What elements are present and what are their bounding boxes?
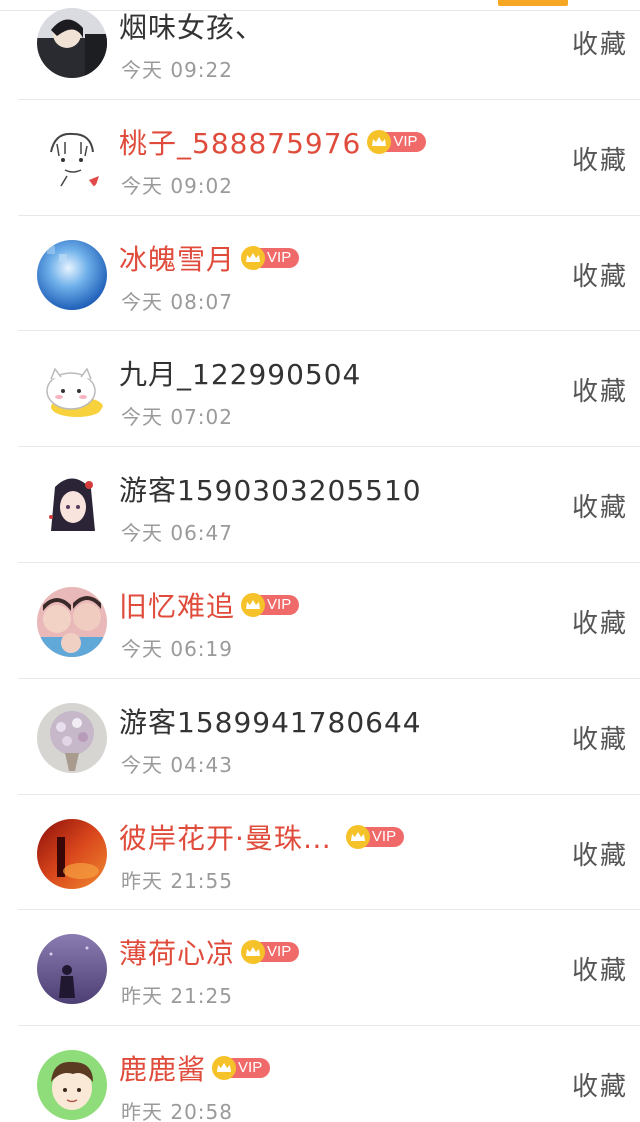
crown-icon (367, 129, 392, 154)
visit-time: 今天 09:02 (121, 173, 233, 198)
visitor-row[interactable]: 桃子_588875976 VIP 今天 09:02 收藏 (0, 100, 640, 216)
visitor-row[interactable]: 游客1589941780644 今天 04:43 收藏 (0, 679, 640, 795)
avatar[interactable] (37, 8, 107, 78)
crown-icon (345, 824, 370, 849)
collect-button[interactable]: 收藏 (572, 256, 628, 293)
avatar[interactable] (37, 702, 107, 773)
vip-badge: VIP (241, 592, 300, 617)
visitor-row[interactable]: 游客1590303205510 今天 06:47 收藏 (0, 447, 640, 563)
avatar[interactable] (37, 239, 107, 310)
visitor-name[interactable]: 旧忆难追 (119, 585, 235, 625)
visitor-row[interactable]: 九月_122990504 今天 07:02 收藏 (0, 331, 640, 447)
avatar[interactable] (37, 355, 107, 426)
crown-icon (212, 1056, 237, 1081)
visitor-name[interactable]: 游客1589941780644 (119, 701, 422, 741)
collect-button[interactable]: 收藏 (572, 603, 628, 640)
vip-badge: VIP (367, 129, 426, 154)
vip-badge: VIP (212, 1056, 271, 1081)
visit-time: 今天 07:02 (121, 405, 233, 430)
visitor-row[interactable]: 薄荷心凉 VIP 昨天 21:25 收藏 (0, 910, 640, 1026)
visitor-row[interactable]: 旧忆难追 VIP 今天 06:19 收藏 (0, 563, 640, 679)
visitor-name[interactable]: 冰魄雪月 (119, 238, 235, 278)
collect-button[interactable]: 收藏 (572, 1066, 628, 1103)
visit-time: 今天 04:43 (121, 752, 233, 777)
avatar[interactable] (37, 586, 107, 657)
visitor-name[interactable]: 九月_122990504 (119, 353, 361, 393)
crown-icon (241, 245, 266, 270)
avatar[interactable] (37, 934, 107, 1005)
visit-time: 昨天 21:55 (121, 868, 233, 893)
visit-time: 今天 09:22 (121, 58, 233, 82)
visit-time: 今天 06:19 (121, 636, 233, 661)
visitor-name[interactable]: 薄荷心凉 (119, 932, 235, 972)
vip-badge: VIP (241, 245, 300, 270)
visitor-name[interactable]: 桃子_588875976 (119, 122, 361, 162)
collect-button[interactable]: 收藏 (572, 719, 628, 756)
collect-button[interactable]: 收藏 (572, 950, 628, 987)
visit-time: 今天 08:07 (121, 289, 233, 314)
visitor-name[interactable]: 彼岸花开·曼珠… (119, 817, 332, 857)
visit-time: 今天 06:47 (121, 521, 233, 546)
visitor-name[interactable]: 游客1590303205510 (119, 469, 422, 509)
visitor-row[interactable]: 彼岸花开·曼珠… VIP 昨天 21:55 收藏 (0, 795, 640, 911)
visitor-row[interactable]: 鹿鹿酱 VIP 昨天 20:58 收藏 (0, 1026, 640, 1122)
visitor-name[interactable]: 烟味女孩、 (119, 6, 264, 46)
collect-button[interactable]: 收藏 (572, 835, 628, 872)
collect-button[interactable]: 收藏 (572, 140, 628, 177)
crown-icon (241, 592, 266, 617)
visitor-row[interactable]: 烟味女孩、 今天 09:22 收藏 (0, 0, 640, 100)
visit-time: 昨天 20:58 (121, 1100, 233, 1122)
avatar[interactable] (37, 1050, 107, 1121)
avatar[interactable] (37, 471, 107, 542)
avatar[interactable] (37, 818, 107, 889)
vip-badge: VIP (345, 824, 405, 849)
visitor-name[interactable]: 鹿鹿酱 (119, 1048, 206, 1088)
visitor-row[interactable]: 冰魄雪月 VIP 今天 08:07 收藏 (0, 216, 640, 332)
visit-time: 昨天 21:25 (121, 984, 233, 1009)
vip-badge: VIP (241, 940, 300, 965)
visitor-list-screen: 烟味女孩、 今天 09:22 收藏 桃子_588875976 VIP 今天 09… (0, 0, 640, 1122)
visitor-list: 烟味女孩、 今天 09:22 收藏 桃子_588875976 VIP 今天 09… (0, 0, 640, 1122)
collect-button[interactable]: 收藏 (572, 371, 628, 408)
avatar[interactable] (37, 123, 107, 194)
collect-button[interactable]: 收藏 (572, 24, 628, 61)
collect-button[interactable]: 收藏 (572, 487, 628, 524)
